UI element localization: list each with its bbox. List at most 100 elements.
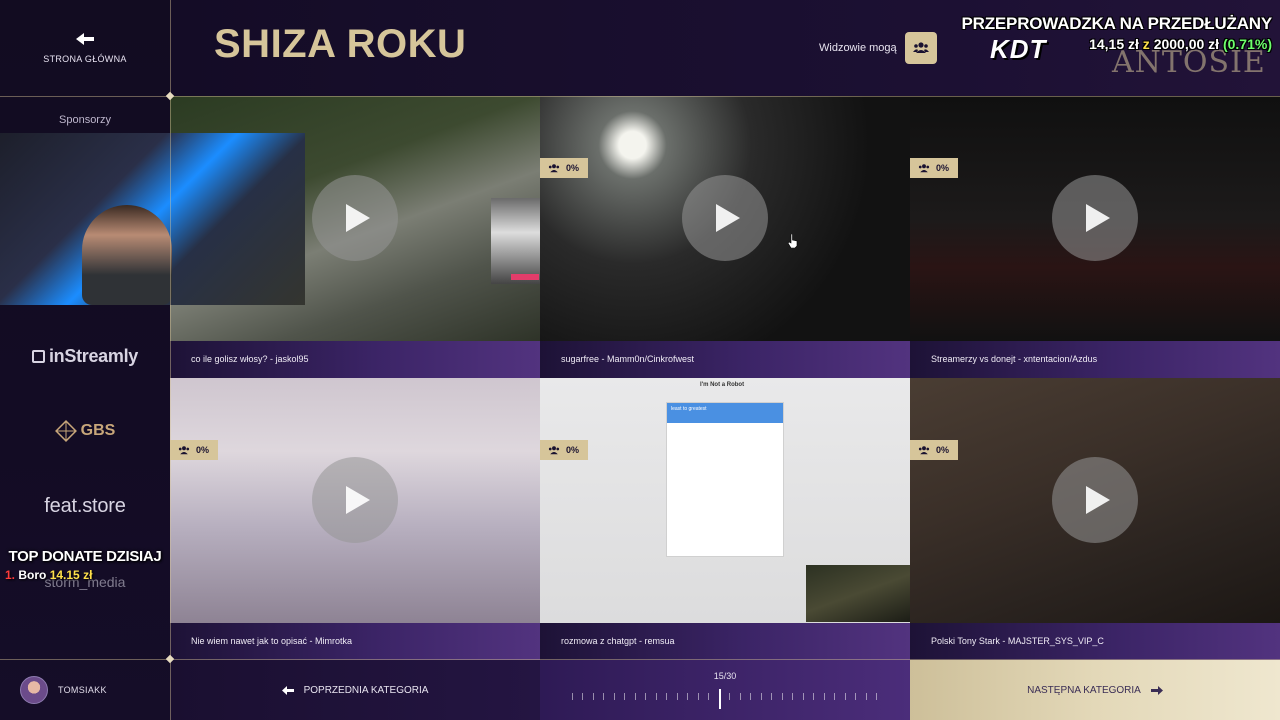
pager-tick[interactable]: [676, 693, 678, 700]
hand-cursor-icon: [788, 234, 798, 248]
goal-target: 2000,00 zł: [1153, 36, 1220, 52]
sponsor-gbs-label: GBS: [80, 422, 116, 439]
video-tile[interactable]: 0% sugarfree - Mamm0n/Cinkrofwest: [540, 96, 910, 378]
home-label: STRONA GŁÓWNA: [43, 54, 127, 64]
pager-tick[interactable]: [572, 693, 573, 700]
top-donate-title: TOP DONATE DZISIAJ: [8, 548, 162, 565]
pager-tick[interactable]: [708, 693, 710, 700]
video-caption: co ile golisz włosy? - jaskol95: [170, 341, 540, 378]
divider: [0, 659, 1280, 660]
top-donate-name: Boro: [18, 568, 47, 582]
instreamly-icon: [31, 350, 45, 363]
arrow-left-icon: [76, 33, 94, 45]
goal-progress: 14,15 zł z 2000,00 zł (0.71%): [962, 36, 1272, 52]
pager-tick[interactable]: [792, 693, 794, 700]
pager-tick[interactable]: [844, 693, 846, 700]
video-caption: sugarfree - Mamm0n/Cinkrofwest: [540, 341, 910, 378]
vote-percent: 0%: [936, 163, 950, 173]
user-profile[interactable]: TOMSIAKK: [0, 660, 170, 720]
users-icon: [548, 445, 560, 454]
pager-tick[interactable]: [802, 693, 804, 700]
play-icon[interactable]: [1052, 175, 1138, 261]
gbs-crosshair-icon: [54, 420, 77, 442]
page-counter: 15/30: [713, 671, 737, 681]
goal-title: PRZEPROWADZKA NA PRZEDŁUŻANY: [961, 14, 1273, 33]
play-icon[interactable]: [312, 457, 398, 543]
home-button[interactable]: STRONA GŁÓWNA: [0, 0, 170, 96]
users-icon: [178, 445, 190, 454]
users-icon: [918, 445, 930, 454]
prev-category-label: POPRZEDNIA KATEGORIA: [303, 684, 429, 696]
prev-category-button[interactable]: POPRZEDNIA KATEGORIA: [170, 660, 540, 720]
captcha-prompt: least to greatest: [667, 403, 783, 423]
video-caption: Nie wiem nawet jak to opisać - Mimrotka: [170, 623, 540, 660]
webcam-overlay: [0, 133, 305, 305]
pager-tick[interactable]: [613, 693, 615, 700]
pager-tick[interactable]: [687, 693, 689, 700]
sponsor-instreamly-logo[interactable]: inStreamly: [0, 346, 170, 367]
captcha-title: I'm Not a Robot: [700, 382, 745, 388]
pager-tick[interactable]: [655, 693, 657, 700]
pager-tick-current[interactable]: [718, 689, 721, 709]
pager-tick[interactable]: [834, 693, 836, 700]
vote-percent-badge: 0%: [540, 440, 589, 460]
sponsor-instreamly-label: inStreamly: [48, 346, 139, 366]
sponsor-featstore-logo[interactable]: feat.store: [0, 495, 170, 518]
play-icon[interactable]: [312, 175, 398, 261]
users-icon: [548, 163, 560, 172]
pager-tick[interactable]: [624, 693, 626, 700]
pager-tick[interactable]: [865, 693, 867, 700]
pager-tick[interactable]: [697, 693, 699, 700]
pager-tick[interactable]: [781, 693, 783, 700]
viewers-button[interactable]: [904, 32, 937, 64]
video-caption: rozmowa z chatgpt - remsua: [540, 623, 910, 660]
category-pager: 15/30: [540, 660, 910, 720]
pager-tick[interactable]: [592, 693, 594, 700]
vote-percent: 0%: [936, 445, 950, 455]
pager-tick[interactable]: [634, 693, 636, 700]
play-icon[interactable]: [682, 175, 768, 261]
pager-tick[interactable]: [729, 693, 731, 700]
pager-tick[interactable]: [739, 693, 741, 700]
video-tile[interactable]: 0% Nie wiem nawet jak to opisać - Mimrot…: [170, 378, 540, 660]
divider: [0, 96, 1280, 97]
pager-tick[interactable]: [582, 693, 584, 700]
top-donate-rank: 1.: [5, 568, 16, 582]
pager-tick[interactable]: [645, 693, 647, 700]
viewers-label: Widzowie mogą: [819, 42, 897, 54]
donation-goal: PRZEPROWADZKA NA PRZEDŁUŻANY 14,15 zł z …: [961, 14, 1273, 52]
play-icon[interactable]: [1052, 457, 1138, 543]
video-caption: Streamerzy vs donejt - xntentacion/Azdus: [910, 341, 1280, 378]
vote-percent-badge: 0%: [170, 440, 219, 460]
pager-tick[interactable]: [855, 693, 857, 700]
vote-percent-badge: 0%: [540, 158, 589, 178]
user-name: TOMSIAKK: [58, 685, 107, 695]
webcam-overlay-small: [491, 198, 540, 284]
pager-tick[interactable]: [666, 693, 668, 700]
page-title: SHIZA ROKU: [214, 22, 467, 66]
pager-tick[interactable]: [813, 693, 815, 700]
sponsor-gbs-logo[interactable]: GBS: [0, 420, 170, 442]
avatar: [20, 676, 48, 704]
arrow-right-icon: [1150, 685, 1163, 695]
webcam-overlay-corner: [806, 565, 910, 622]
sponsors-heading: Sponsorzy: [59, 114, 111, 126]
pager-tick[interactable]: [603, 693, 605, 700]
goal-percent: (0.71%): [1222, 36, 1272, 52]
pager-tick[interactable]: [876, 693, 877, 700]
pager-tick[interactable]: [823, 693, 825, 700]
next-category-button[interactable]: NASTĘPNA KATEGORIA: [910, 660, 1280, 720]
top-donate-amount: 14.15 zł: [49, 568, 93, 582]
pager-ticks[interactable]: [572, 689, 878, 709]
arrow-left-icon: [281, 685, 294, 695]
top-donate-entry: 1. Boro 14.15 zł: [5, 568, 92, 582]
captcha-box: least to greatest: [666, 402, 784, 557]
vote-percent: 0%: [196, 445, 210, 455]
pager-tick[interactable]: [771, 693, 773, 700]
vote-percent: 0%: [566, 163, 580, 173]
pager-tick[interactable]: [760, 693, 762, 700]
users-icon: [912, 42, 929, 53]
video-tile[interactable]: 0% Streamerzy vs donejt - xntentacion/Az…: [910, 96, 1280, 378]
video-tile[interactable]: 0% Polski Tony Stark - MAJSTER_SYS_VIP_C: [910, 378, 1280, 660]
pager-tick[interactable]: [750, 693, 752, 700]
